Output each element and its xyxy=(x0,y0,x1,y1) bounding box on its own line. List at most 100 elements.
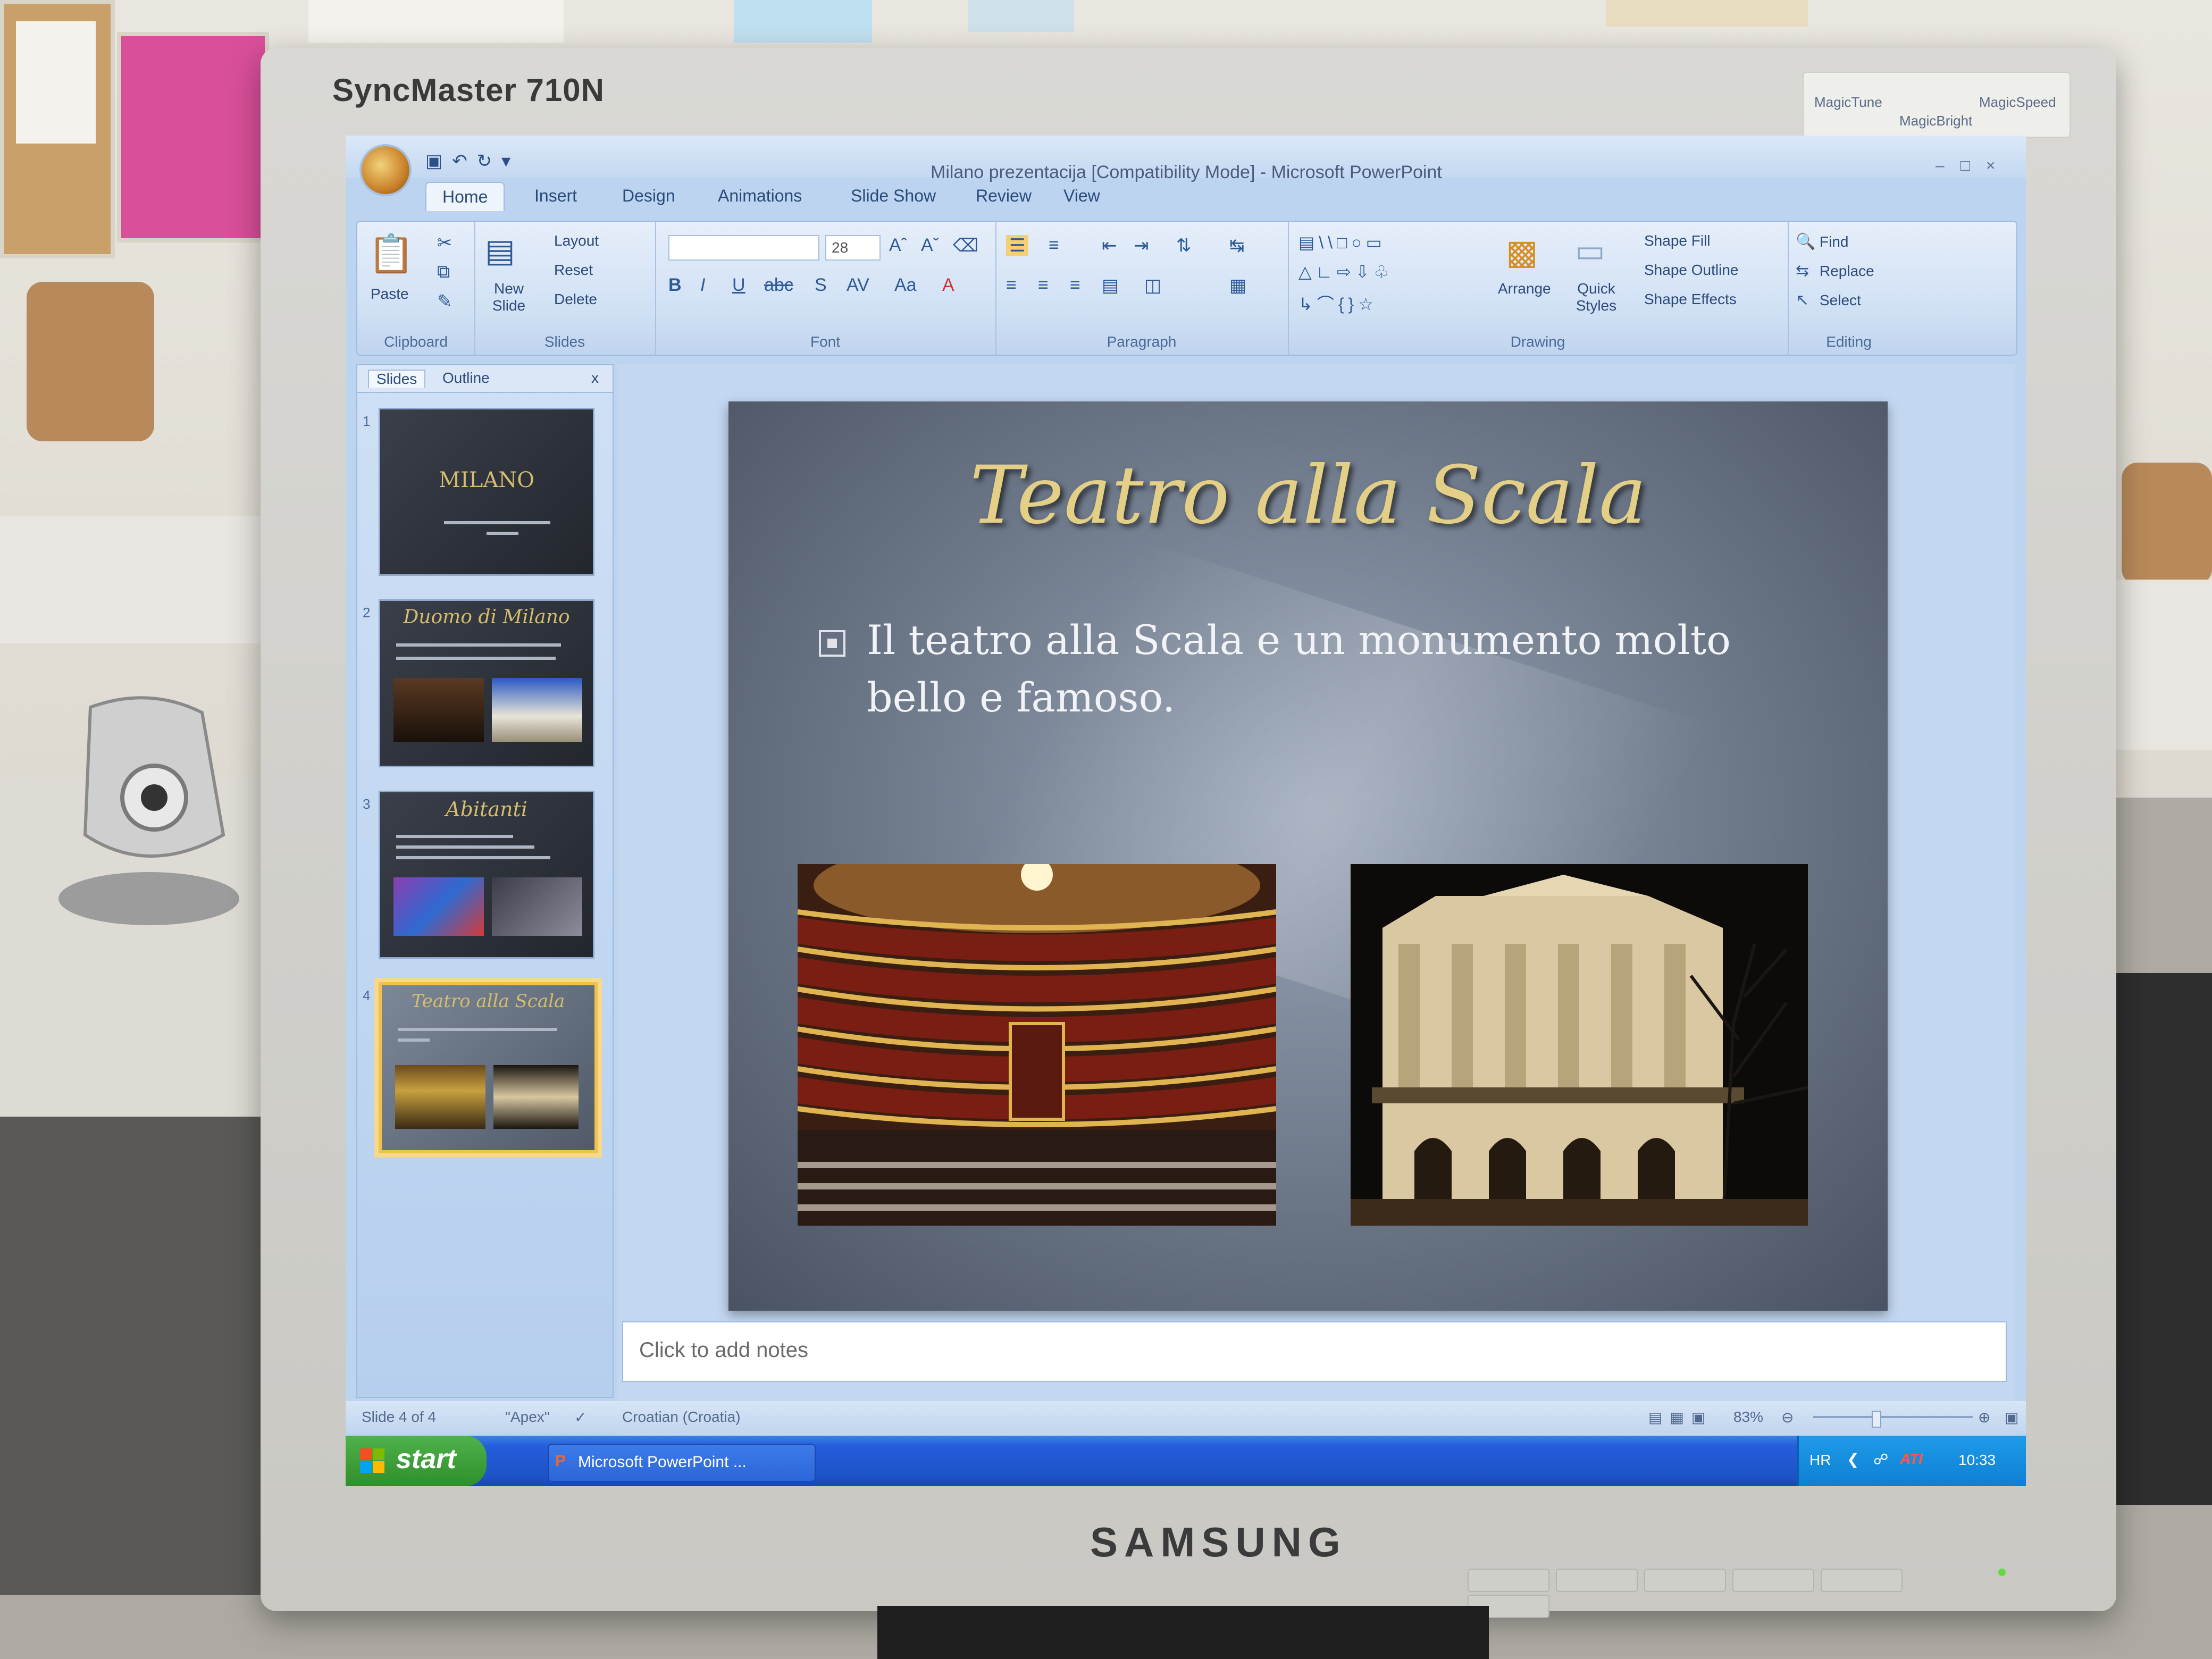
zoom-out-icon[interactable]: ⊖ xyxy=(1781,1409,1794,1426)
numbering-icon[interactable]: ≡ xyxy=(1049,235,1059,256)
bold-icon[interactable]: B xyxy=(668,275,682,296)
monitor-button[interactable] xyxy=(1821,1569,1903,1592)
taskbar-powerpoint-button[interactable]: P Microsoft PowerPoint ... xyxy=(548,1444,816,1482)
format-painter-icon[interactable]: ✎ xyxy=(437,291,453,312)
teatro-facade-night-picture[interactable] xyxy=(1351,864,1808,1226)
customize-qat-icon[interactable]: ▾ xyxy=(501,151,520,171)
shapes-gallery-row3-icon[interactable]: ↳⌒{}☆ xyxy=(1298,291,1378,315)
maximize-icon[interactable]: □ xyxy=(1960,157,1986,174)
increase-indent-icon[interactable]: ⇥ xyxy=(1134,235,1149,256)
text-direction-icon[interactable]: ↹ xyxy=(1229,235,1245,256)
tab-review[interactable]: Review xyxy=(976,186,1032,206)
quick-styles-button[interactable]: Quick Styles xyxy=(1570,280,1623,314)
monitor-button[interactable] xyxy=(1556,1569,1638,1592)
decrease-indent-icon[interactable]: ⇤ xyxy=(1102,235,1117,256)
thumbnail-text-line xyxy=(444,521,550,524)
network-icon[interactable]: ☍ xyxy=(1873,1451,1888,1468)
align-right-icon[interactable]: ≡ xyxy=(1070,275,1080,296)
shape-outline-button[interactable]: Shape Outline xyxy=(1644,262,1738,279)
slide-thumbnail-4[interactable]: Teatro alla Scala xyxy=(379,982,598,1153)
ati-icon[interactable]: ATI xyxy=(1900,1451,1923,1468)
tab-slide-show[interactable]: Slide Show xyxy=(851,186,936,206)
monitor-button[interactable] xyxy=(1468,1569,1549,1592)
quick-styles-icon[interactable]: ▭ xyxy=(1575,232,1605,270)
change-case-icon[interactable]: Aa xyxy=(894,275,917,296)
strikethrough-icon[interactable]: abc xyxy=(764,275,793,296)
grow-font-icon[interactable]: Aˆ xyxy=(889,235,907,256)
slide-thumbnail-3[interactable]: Abitanti xyxy=(379,791,594,959)
tab-view[interactable]: View xyxy=(1063,186,1100,206)
paste-icon[interactable]: 📋 xyxy=(368,232,414,276)
undo-icon[interactable]: ↶ xyxy=(452,151,477,171)
shadow-icon[interactable]: S xyxy=(815,275,827,296)
slide-thumbnail-1[interactable]: MILANO xyxy=(379,408,594,576)
ribbon: 📋 Paste ✂ ⧉ ✎ Clipboard ▤ New Slide Layo… xyxy=(356,221,2017,356)
tab-outline[interactable]: Outline xyxy=(442,370,490,387)
bullets-icon[interactable]: ☰ xyxy=(1006,235,1029,256)
minimize-icon[interactable]: – xyxy=(1936,157,1960,174)
arrange-icon[interactable]: ▩ xyxy=(1506,232,1538,272)
find-button[interactable]: Find xyxy=(1820,233,1848,250)
close-icon[interactable]: × xyxy=(1986,157,2012,174)
notes-pane[interactable]: Click to add notes xyxy=(622,1321,2007,1382)
slide-thumbnail-2[interactable]: Duomo di Milano xyxy=(379,599,594,767)
shrink-font-icon[interactable]: Aˇ xyxy=(921,235,939,256)
tab-home[interactable]: Home xyxy=(425,182,505,211)
tab-design[interactable]: Design xyxy=(622,186,675,206)
shapes-gallery-icon[interactable]: ▤\\□○▭ xyxy=(1298,232,1386,253)
tray-expand-icon[interactable]: ❮ xyxy=(1847,1451,1859,1468)
delete-button[interactable]: Delete xyxy=(554,291,597,308)
start-button[interactable]: start xyxy=(346,1436,487,1486)
zoom-level[interactable]: 83% xyxy=(1733,1409,1763,1426)
language-indicator[interactable]: HR xyxy=(1809,1452,1831,1469)
paste-button[interactable]: Paste xyxy=(371,286,409,303)
shape-effects-button[interactable]: Shape Effects xyxy=(1644,291,1737,308)
font-size-dropdown[interactable]: 28 xyxy=(825,235,881,261)
clear-formatting-icon[interactable]: ⌫ xyxy=(953,235,978,256)
thumbnail-picture xyxy=(393,877,484,936)
tab-animations[interactable]: Animations xyxy=(718,186,802,206)
underline-icon[interactable]: U xyxy=(732,275,745,296)
italic-icon[interactable]: I xyxy=(700,275,705,296)
smartart-icon[interactable]: ▦ xyxy=(1229,275,1246,296)
office-button[interactable] xyxy=(362,146,409,194)
reset-button[interactable]: Reset xyxy=(554,262,593,279)
character-spacing-icon[interactable]: AV xyxy=(847,275,869,296)
font-color-icon[interactable]: A xyxy=(942,275,954,296)
font-name-dropdown[interactable] xyxy=(668,235,819,261)
monitor-button[interactable] xyxy=(1732,1569,1814,1592)
pane-close-icon[interactable]: x xyxy=(591,370,599,387)
cut-icon[interactable]: ✂ xyxy=(437,232,453,254)
shape-fill-button[interactable]: Shape Fill xyxy=(1644,232,1711,249)
zoom-slider[interactable] xyxy=(1813,1416,1973,1418)
copy-icon[interactable]: ⧉ xyxy=(437,262,450,282)
slide-title[interactable]: Teatro alla Scala xyxy=(728,449,1888,542)
replace-button[interactable]: Replace xyxy=(1820,263,1874,280)
tab-slides[interactable]: Slides xyxy=(368,370,426,388)
align-center-icon[interactable]: ≡ xyxy=(1038,275,1049,296)
fit-to-window-icon[interactable]: ▣ xyxy=(2005,1409,2018,1426)
arrange-button[interactable]: Arrange xyxy=(1498,280,1551,297)
zoom-slider-thumb[interactable] xyxy=(1872,1411,1881,1428)
shapes-gallery-row2-icon[interactable]: △∟⇨⇩♧ xyxy=(1298,262,1393,282)
current-slide[interactable]: Teatro alla Scala Il teatro alla Scala e… xyxy=(728,401,1888,1311)
columns-icon[interactable]: ◫ xyxy=(1144,275,1161,296)
monitor-button[interactable] xyxy=(1644,1569,1726,1592)
zoom-in-icon[interactable]: ⊕ xyxy=(1978,1409,1990,1426)
align-left-icon[interactable]: ≡ xyxy=(1006,275,1017,296)
line-spacing-icon[interactable]: ⇅ xyxy=(1176,235,1192,256)
new-slide-icon[interactable]: ▤ xyxy=(485,232,515,270)
opera-interior-picture[interactable] xyxy=(798,864,1276,1226)
clock[interactable]: 10:33 xyxy=(1958,1452,1996,1469)
slide-bullet-text[interactable]: Il teatro alla Scala e un monumento molt… xyxy=(867,611,1813,726)
spelling-icon[interactable]: ✓ xyxy=(574,1409,586,1426)
new-slide-button[interactable]: New Slide xyxy=(482,280,535,314)
justify-icon[interactable]: ▤ xyxy=(1102,275,1119,296)
view-buttons[interactable]: ▤▦▣ xyxy=(1648,1409,1713,1426)
language-status[interactable]: Croatian (Croatia) xyxy=(622,1409,741,1426)
select-button[interactable]: Select xyxy=(1820,292,1861,309)
tab-insert[interactable]: Insert xyxy=(534,186,577,206)
redo-icon[interactable]: ↻ xyxy=(477,151,502,171)
layout-button[interactable]: Layout xyxy=(554,232,599,249)
save-icon[interactable]: ▣ xyxy=(425,151,452,171)
